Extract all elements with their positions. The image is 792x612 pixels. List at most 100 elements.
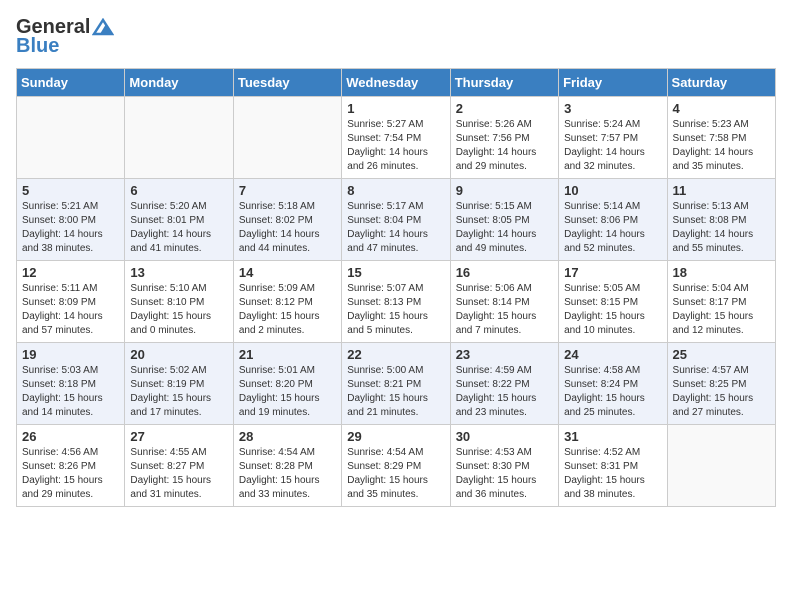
day-info: Sunrise: 5:02 AMSunset: 8:19 PMDaylight:… <box>130 364 227 420</box>
calendar-cell: 5 Sunrise: 5:21 AMSunset: 8:00 PMDaylight… <box>17 179 125 261</box>
day-info: Sunrise: 4:53 AMSunset: 8:30 PMDaylight:… <box>456 446 553 502</box>
weekday-header: Friday <box>559 69 667 97</box>
calendar-week-row: 12 Sunrise: 5:11 AMSunset: 8:09 PMDayligh… <box>17 261 776 343</box>
calendar-week-row: 26 Sunrise: 4:56 AMSunset: 8:26 PMDayligh… <box>17 425 776 507</box>
day-number: 8 <box>347 183 444 198</box>
calendar-week-row: 19 Sunrise: 5:03 AMSunset: 8:18 PMDayligh… <box>17 343 776 425</box>
day-number: 6 <box>130 183 227 198</box>
day-number: 10 <box>564 183 661 198</box>
weekday-header-row: SundayMondayTuesdayWednesdayThursdayFrid… <box>17 69 776 97</box>
day-number: 19 <box>22 347 119 362</box>
calendar-cell <box>125 97 233 179</box>
calendar-week-row: 5 Sunrise: 5:21 AMSunset: 8:00 PMDaylight… <box>17 179 776 261</box>
day-info: Sunrise: 5:14 AMSunset: 8:06 PMDaylight:… <box>564 200 661 256</box>
day-number: 12 <box>22 265 119 280</box>
day-info: Sunrise: 4:54 AMSunset: 8:28 PMDaylight:… <box>239 446 336 502</box>
day-info: Sunrise: 5:27 AMSunset: 7:54 PMDaylight:… <box>347 118 444 174</box>
calendar-cell: 29 Sunrise: 4:54 AMSunset: 8:29 PMDayligh… <box>342 425 450 507</box>
day-info: Sunrise: 4:54 AMSunset: 8:29 PMDaylight:… <box>347 446 444 502</box>
day-info: Sunrise: 5:21 AMSunset: 8:00 PMDaylight:… <box>22 200 119 256</box>
day-number: 15 <box>347 265 444 280</box>
day-info: Sunrise: 5:17 AMSunset: 8:04 PMDaylight:… <box>347 200 444 256</box>
day-number: 29 <box>347 429 444 444</box>
day-number: 14 <box>239 265 336 280</box>
day-info: Sunrise: 4:58 AMSunset: 8:24 PMDaylight:… <box>564 364 661 420</box>
calendar-cell: 14 Sunrise: 5:09 AMSunset: 8:12 PMDayligh… <box>233 261 341 343</box>
day-info: Sunrise: 4:52 AMSunset: 8:31 PMDaylight:… <box>564 446 661 502</box>
weekday-header: Tuesday <box>233 69 341 97</box>
calendar-cell: 7 Sunrise: 5:18 AMSunset: 8:02 PMDaylight… <box>233 179 341 261</box>
calendar-cell: 26 Sunrise: 4:56 AMSunset: 8:26 PMDayligh… <box>17 425 125 507</box>
calendar-cell: 4 Sunrise: 5:23 AMSunset: 7:58 PMDaylight… <box>667 97 775 179</box>
day-number: 23 <box>456 347 553 362</box>
day-number: 26 <box>22 429 119 444</box>
day-info: Sunrise: 5:06 AMSunset: 8:14 PMDaylight:… <box>456 282 553 338</box>
day-number: 20 <box>130 347 227 362</box>
day-info: Sunrise: 5:23 AMSunset: 7:58 PMDaylight:… <box>673 118 770 174</box>
day-info: Sunrise: 5:03 AMSunset: 8:18 PMDaylight:… <box>22 364 119 420</box>
day-info: Sunrise: 5:13 AMSunset: 8:08 PMDaylight:… <box>673 200 770 256</box>
calendar-cell: 15 Sunrise: 5:07 AMSunset: 8:13 PMDayligh… <box>342 261 450 343</box>
day-info: Sunrise: 5:10 AMSunset: 8:10 PMDaylight:… <box>130 282 227 338</box>
day-number: 9 <box>456 183 553 198</box>
day-info: Sunrise: 4:55 AMSunset: 8:27 PMDaylight:… <box>130 446 227 502</box>
day-number: 13 <box>130 265 227 280</box>
day-number: 17 <box>564 265 661 280</box>
calendar-cell: 16Sunrise: 5:06 AMSunset: 8:14 PMDayligh… <box>450 261 558 343</box>
calendar-cell: 13 Sunrise: 5:10 AMSunset: 8:10 PMDayligh… <box>125 261 233 343</box>
day-number: 7 <box>239 183 336 198</box>
day-number: 5 <box>22 183 119 198</box>
day-number: 2 <box>456 101 553 116</box>
day-number: 28 <box>239 429 336 444</box>
day-info: Sunrise: 5:07 AMSunset: 8:13 PMDaylight:… <box>347 282 444 338</box>
day-info: Sunrise: 5:01 AMSunset: 8:20 PMDaylight:… <box>239 364 336 420</box>
day-info: Sunrise: 5:04 AMSunset: 8:17 PMDaylight:… <box>673 282 770 338</box>
day-info: Sunrise: 4:56 AMSunset: 8:26 PMDaylight:… <box>22 446 119 502</box>
day-number: 18 <box>673 265 770 280</box>
day-number: 1 <box>347 101 444 116</box>
day-number: 22 <box>347 347 444 362</box>
day-info: Sunrise: 5:24 AMSunset: 7:57 PMDaylight:… <box>564 118 661 174</box>
calendar-cell: 22 Sunrise: 5:00 AMSunset: 8:21 PMDayligh… <box>342 343 450 425</box>
calendar-cell: 3 Sunrise: 5:24 AMSunset: 7:57 PMDaylight… <box>559 97 667 179</box>
day-info: Sunrise: 4:57 AMSunset: 8:25 PMDaylight:… <box>673 364 770 420</box>
day-number: 4 <box>673 101 770 116</box>
day-info: Sunrise: 5:11 AMSunset: 8:09 PMDaylight:… <box>22 282 119 338</box>
calendar-cell: 24 Sunrise: 4:58 AMSunset: 8:24 PMDayligh… <box>559 343 667 425</box>
day-info: Sunrise: 5:05 AMSunset: 8:15 PMDaylight:… <box>564 282 661 338</box>
calendar-cell <box>233 97 341 179</box>
day-info: Sunrise: 5:18 AMSunset: 8:02 PMDaylight:… <box>239 200 336 256</box>
weekday-header: Monday <box>125 69 233 97</box>
logo: General Blue <box>16 16 114 58</box>
day-info: Sunrise: 4:59 AMSunset: 8:22 PMDaylight:… <box>456 364 553 420</box>
calendar-cell: 12 Sunrise: 5:11 AMSunset: 8:09 PMDayligh… <box>17 261 125 343</box>
calendar-cell: 6Sunrise: 5:20 AMSunset: 8:01 PMDaylight… <box>125 179 233 261</box>
day-number: 30 <box>456 429 553 444</box>
calendar-cell: 28 Sunrise: 4:54 AMSunset: 8:28 PMDayligh… <box>233 425 341 507</box>
day-number: 31 <box>564 429 661 444</box>
calendar-cell <box>17 97 125 179</box>
weekday-header: Sunday <box>17 69 125 97</box>
calendar-cell <box>667 425 775 507</box>
calendar-cell: 10 Sunrise: 5:14 AMSunset: 8:06 PMDayligh… <box>559 179 667 261</box>
page-header: General Blue <box>16 16 776 58</box>
day-info: Sunrise: 5:15 AMSunset: 8:05 PMDaylight:… <box>456 200 553 256</box>
calendar-cell: 27 Sunrise: 4:55 AMSunset: 8:27 PMDayligh… <box>125 425 233 507</box>
weekday-header: Thursday <box>450 69 558 97</box>
day-number: 24 <box>564 347 661 362</box>
calendar-cell: 20 Sunrise: 5:02 AMSunset: 8:19 PMDayligh… <box>125 343 233 425</box>
calendar-cell: 1 Sunrise: 5:27 AMSunset: 7:54 PMDaylight… <box>342 97 450 179</box>
day-info: Sunrise: 5:00 AMSunset: 8:21 PMDaylight:… <box>347 364 444 420</box>
day-number: 27 <box>130 429 227 444</box>
day-info: Sunrise: 5:09 AMSunset: 8:12 PMDaylight:… <box>239 282 336 338</box>
day-number: 11 <box>673 183 770 198</box>
calendar-cell: 19 Sunrise: 5:03 AMSunset: 8:18 PMDayligh… <box>17 343 125 425</box>
calendar-cell: 2 Sunrise: 5:26 AMSunset: 7:56 PMDaylight… <box>450 97 558 179</box>
calendar-table: SundayMondayTuesdayWednesdayThursdayFrid… <box>16 68 776 507</box>
day-number: 3 <box>564 101 661 116</box>
calendar-cell: 9 Sunrise: 5:15 AMSunset: 8:05 PMDaylight… <box>450 179 558 261</box>
calendar-week-row: 1 Sunrise: 5:27 AMSunset: 7:54 PMDaylight… <box>17 97 776 179</box>
weekday-header: Saturday <box>667 69 775 97</box>
day-info: Sunrise: 5:26 AMSunset: 7:56 PMDaylight:… <box>456 118 553 174</box>
calendar-cell: 11 Sunrise: 5:13 AMSunset: 8:08 PMDayligh… <box>667 179 775 261</box>
